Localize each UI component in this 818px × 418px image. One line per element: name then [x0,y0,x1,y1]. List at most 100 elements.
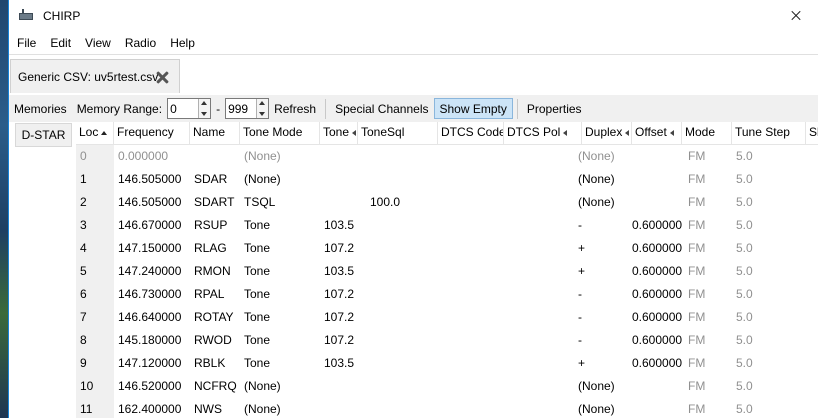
duplex-cell[interactable]: (None) [574,375,630,398]
tone-mode-cell[interactable]: Tone [240,329,320,352]
table-row[interactable]: 0 0.000000 (None) (None) FM 5.0 [76,145,818,168]
column-header-offset[interactable]: Offset [632,122,682,144]
range-start-down-icon[interactable] [199,108,211,118]
table-row[interactable]: 5 147.240000 RMON Tone 103.5 +0.600000 FM 5.0 [76,260,818,283]
tonesql-cell[interactable] [366,168,426,191]
column-header-dtcs-pol[interactable]: DTCS Pol [504,122,582,144]
duplex-cell[interactable]: + [574,260,630,283]
tonesql-cell[interactable] [366,398,426,418]
tone-mode-cell[interactable]: (None) [240,398,320,418]
mode-cell[interactable]: FM [684,145,728,168]
menu-view[interactable]: View [77,36,117,50]
duplex-cell[interactable]: + [574,352,630,375]
table-row[interactable]: 11 162.400000 NWS (None) (None) FM 5.0 [76,398,818,418]
offset-cell[interactable] [632,191,686,214]
tonesql-cell[interactable] [366,237,426,260]
table-row[interactable]: 7 146.640000 ROTAY Tone 107.2-0.600000 FM 5.0 [76,306,818,329]
frequency-cell[interactable]: 162.400000 [114,398,190,418]
mode-cell[interactable]: FM [684,329,728,352]
offset-cell[interactable] [632,145,686,168]
offset-cell[interactable] [632,168,686,191]
column-header-tune-step[interactable]: Tune Step [732,122,806,144]
range-end-down-icon[interactable] [257,108,269,118]
tone-cell[interactable]: 103.5 [320,260,370,283]
tonesql-cell[interactable] [366,283,426,306]
column-header-mode[interactable]: Mode [682,122,732,144]
mode-cell[interactable]: FM [684,214,728,237]
tonesql-cell[interactable] [366,145,426,168]
tone-mode-cell[interactable]: (None) [240,168,320,191]
tune-step-cell[interactable]: 5.0 [732,191,792,214]
duplex-cell[interactable]: - [574,283,630,306]
tone-mode-cell[interactable]: Tone [240,237,320,260]
tonesql-cell[interactable] [366,352,426,375]
mode-cell[interactable]: FM [684,398,728,418]
column-header-name[interactable]: Name [190,122,240,144]
table-row[interactable]: 2 146.505000 SDART TSQL 100.0 (None) FM 5.0 [76,191,818,214]
table-row[interactable]: 9 147.120000 RBLK Tone 103.5 +0.600000 FM 5.0 [76,352,818,375]
tab-close-icon[interactable] [156,71,169,84]
duplex-cell[interactable]: (None) [574,168,630,191]
tone-mode-cell[interactable]: Tone [240,306,320,329]
tone-cell[interactable]: 107.2 [320,237,370,260]
frequency-cell[interactable]: 147.120000 [114,352,190,375]
special-channels-button[interactable]: Special Channels [330,98,433,119]
tune-step-cell[interactable]: 5.0 [732,398,792,418]
offset-cell[interactable] [632,375,686,398]
refresh-button[interactable]: Refresh [269,98,321,119]
column-header-frequency[interactable]: Frequency [114,122,190,144]
tune-step-cell[interactable]: 5.0 [732,283,792,306]
tone-mode-cell[interactable]: (None) [240,145,320,168]
range-end-input[interactable] [226,100,257,117]
tab-dstar[interactable]: D-STAR [15,123,72,147]
offset-cell[interactable] [632,398,686,418]
tone-mode-cell[interactable]: Tone [240,260,320,283]
frequency-cell[interactable]: 146.730000 [114,283,190,306]
frequency-cell[interactable]: 145.180000 [114,329,190,352]
duplex-cell[interactable]: (None) [574,398,630,418]
tune-step-cell[interactable]: 5.0 [732,329,792,352]
offset-cell[interactable]: 0.600000 [632,237,686,260]
tone-cell[interactable]: 107.2 [320,283,370,306]
frequency-cell[interactable]: 147.150000 [114,237,190,260]
offset-cell[interactable]: 0.600000 [632,352,686,375]
range-start-input[interactable] [168,100,199,117]
tone-mode-cell[interactable]: (None) [240,375,320,398]
range-start-up-icon[interactable] [199,99,211,109]
tone-cell[interactable] [320,398,370,418]
menu-help[interactable]: Help [162,36,201,50]
frequency-cell[interactable]: 146.640000 [114,306,190,329]
offset-cell[interactable]: 0.600000 [632,214,686,237]
mode-cell[interactable]: FM [684,237,728,260]
tune-step-cell[interactable]: 5.0 [732,306,792,329]
tone-cell[interactable] [320,375,370,398]
column-header-tonesql[interactable]: ToneSql [358,122,438,144]
tone-cell[interactable] [320,145,370,168]
offset-cell[interactable]: 0.600000 [632,283,686,306]
tune-step-cell[interactable]: 5.0 [732,168,792,191]
mode-cell[interactable]: FM [684,375,728,398]
menu-file[interactable]: File [9,36,42,50]
properties-button[interactable]: Properties [522,98,587,119]
tonesql-cell[interactable] [366,214,426,237]
tone-cell[interactable]: 107.2 [320,329,370,352]
frequency-cell[interactable]: 146.670000 [114,214,190,237]
mode-cell[interactable]: FM [684,306,728,329]
offset-cell[interactable]: 0.600000 [632,260,686,283]
duplex-cell[interactable]: - [574,329,630,352]
column-header-tone-mode[interactable]: Tone Mode [240,122,320,144]
menu-edit[interactable]: Edit [42,36,77,50]
tonesql-cell[interactable] [366,260,426,283]
tone-mode-cell[interactable]: Tone [240,283,320,306]
table-row[interactable]: 6 146.730000 RPAL Tone 107.2-0.600000 FM 5.0 [76,283,818,306]
mode-cell[interactable]: FM [684,168,728,191]
column-header-tone[interactable]: Tone [320,122,358,144]
duplex-cell[interactable]: - [574,214,630,237]
show-empty-toggle[interactable]: Show Empty [433,98,513,119]
duplex-cell[interactable]: + [574,237,630,260]
mode-cell[interactable]: FM [684,191,728,214]
frequency-cell[interactable]: 146.505000 [114,168,190,191]
tone-mode-cell[interactable]: Tone [240,352,320,375]
tune-step-cell[interactable]: 5.0 [732,375,792,398]
window-close-icon[interactable] [772,0,818,32]
